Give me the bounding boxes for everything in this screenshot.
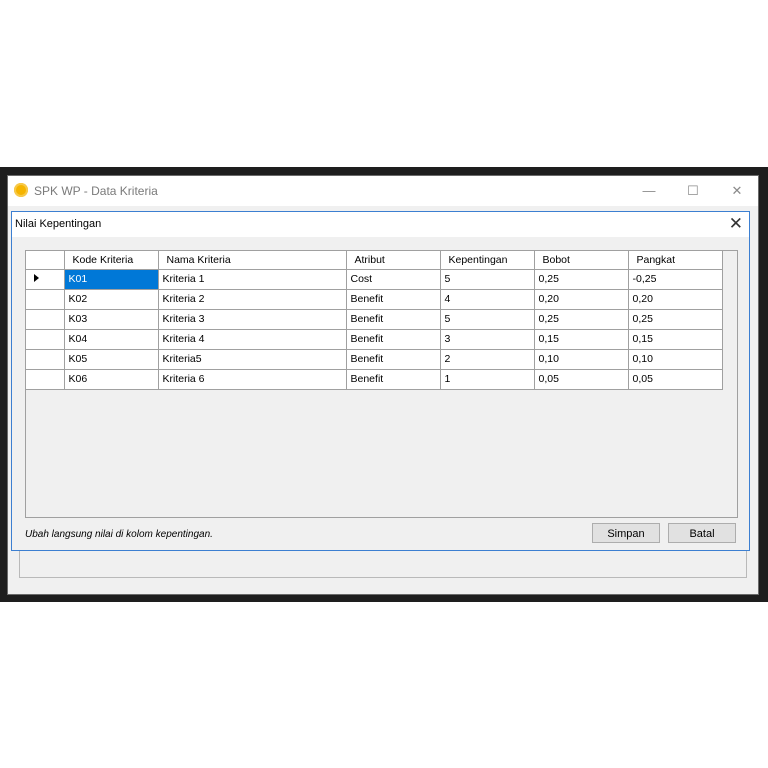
cell-nama[interactable]: Kriteria 4	[158, 329, 347, 350]
cell-kode[interactable]: K05	[64, 349, 159, 370]
criteria-table: Kode Kriteria Nama Kriteria Atribut Kepe…	[26, 251, 723, 390]
table-row[interactable]: K04 Kriteria 4 Benefit 3 0,15 0,15	[26, 329, 723, 350]
column-header-kepentingan[interactable]: Kepentingan	[440, 251, 535, 270]
data-grid[interactable]: Kode Kriteria Nama Kriteria Atribut Kepe…	[25, 250, 738, 518]
row-header[interactable]	[26, 369, 65, 390]
dialog-title: Nilai Kepentingan	[15, 218, 102, 230]
save-button[interactable]: Simpan	[592, 523, 660, 543]
cell-kode[interactable]: K04	[64, 329, 159, 350]
cell-kode[interactable]: K01	[64, 269, 159, 290]
cell-nama[interactable]: Kriteria 2	[158, 289, 347, 310]
cell-bobot[interactable]: 0,25	[534, 309, 629, 330]
maximize-icon[interactable]: ☐	[678, 180, 708, 202]
cell-atribut[interactable]: Benefit	[346, 289, 441, 310]
cell-bobot[interactable]: 0,10	[534, 349, 629, 370]
cell-nama[interactable]: Kriteria 1	[158, 269, 347, 290]
cell-atribut[interactable]: Benefit	[346, 369, 441, 390]
cell-atribut[interactable]: Benefit	[346, 349, 441, 370]
cell-bobot[interactable]: 0,20	[534, 289, 629, 310]
table-row[interactable]: K02 Kriteria 2 Benefit 4 0,20 0,20	[26, 289, 723, 310]
table-header-row: Kode Kriteria Nama Kriteria Atribut Kepe…	[26, 251, 723, 270]
cell-atribut[interactable]: Benefit	[346, 329, 441, 350]
row-header-corner	[26, 251, 65, 270]
cell-nama[interactable]: Kriteria 3	[158, 309, 347, 330]
dialog-close-icon[interactable]: ✕	[729, 215, 743, 233]
cell-kepentingan[interactable]: 2	[440, 349, 535, 370]
cell-bobot[interactable]: 0,15	[534, 329, 629, 350]
table-row[interactable]: K01 Kriteria 1 Cost 5 0,25 -0,25	[26, 269, 723, 290]
current-row-arrow-icon	[34, 274, 39, 282]
row-header[interactable]	[26, 289, 65, 310]
minimize-icon[interactable]: —	[634, 180, 664, 202]
table-row[interactable]: K05 Kriteria5 Benefit 2 0,10 0,10	[26, 349, 723, 370]
cell-kepentingan[interactable]: 3	[440, 329, 535, 350]
cell-kepentingan[interactable]: 5	[440, 269, 535, 290]
table-row[interactable]: K06 Kriteria 6 Benefit 1 0,05 0,05	[26, 369, 723, 390]
column-header-bobot[interactable]: Bobot	[534, 251, 629, 270]
cell-nama[interactable]: Kriteria 6	[158, 369, 347, 390]
row-header[interactable]	[26, 349, 65, 370]
cell-bobot[interactable]: 0,05	[534, 369, 629, 390]
dialog-titlebar[interactable]: Nilai Kepentingan ✕	[12, 212, 749, 237]
cell-kepentingan[interactable]: 1	[440, 369, 535, 390]
cell-pangkat[interactable]: 0,20	[628, 289, 723, 310]
app-icon	[14, 183, 28, 197]
outer-titlebar[interactable]: SPK WP - Data Kriteria — ☐ ✕	[8, 176, 758, 206]
cell-pangkat[interactable]: 0,05	[628, 369, 723, 390]
cell-kode[interactable]: K06	[64, 369, 159, 390]
table-row[interactable]: K03 Kriteria 3 Benefit 5 0,25 0,25	[26, 309, 723, 330]
cell-pangkat[interactable]: 0,15	[628, 329, 723, 350]
column-header-nama[interactable]: Nama Kriteria	[158, 251, 347, 270]
row-header[interactable]	[26, 329, 65, 350]
row-header[interactable]	[26, 309, 65, 330]
cell-atribut[interactable]: Benefit	[346, 309, 441, 330]
cell-kepentingan[interactable]: 5	[440, 309, 535, 330]
outer-window-title: SPK WP - Data Kriteria	[34, 184, 158, 198]
cell-pangkat[interactable]: 0,25	[628, 309, 723, 330]
cancel-button[interactable]: Batal	[668, 523, 736, 543]
cell-kode[interactable]: K03	[64, 309, 159, 330]
cell-pangkat[interactable]: 0,10	[628, 349, 723, 370]
close-icon[interactable]: ✕	[722, 180, 752, 202]
cell-nama[interactable]: Kriteria5	[158, 349, 347, 370]
cell-kode[interactable]: K02	[64, 289, 159, 310]
cell-atribut[interactable]: Cost	[346, 269, 441, 290]
column-header-kode[interactable]: Kode Kriteria	[64, 251, 159, 270]
column-header-pangkat[interactable]: Pangkat	[628, 251, 723, 270]
row-header-current[interactable]	[26, 269, 65, 290]
hint-text: Ubah langsung nilai di kolom kepentingan…	[25, 529, 213, 540]
cell-kepentingan[interactable]: 4	[440, 289, 535, 310]
dialog-nilai-kepentingan: Nilai Kepentingan ✕ Kode Kriteria Nama K…	[11, 211, 750, 551]
cell-bobot[interactable]: 0,25	[534, 269, 629, 290]
cell-pangkat[interactable]: -0,25	[628, 269, 723, 290]
column-header-atribut[interactable]: Atribut	[346, 251, 441, 270]
